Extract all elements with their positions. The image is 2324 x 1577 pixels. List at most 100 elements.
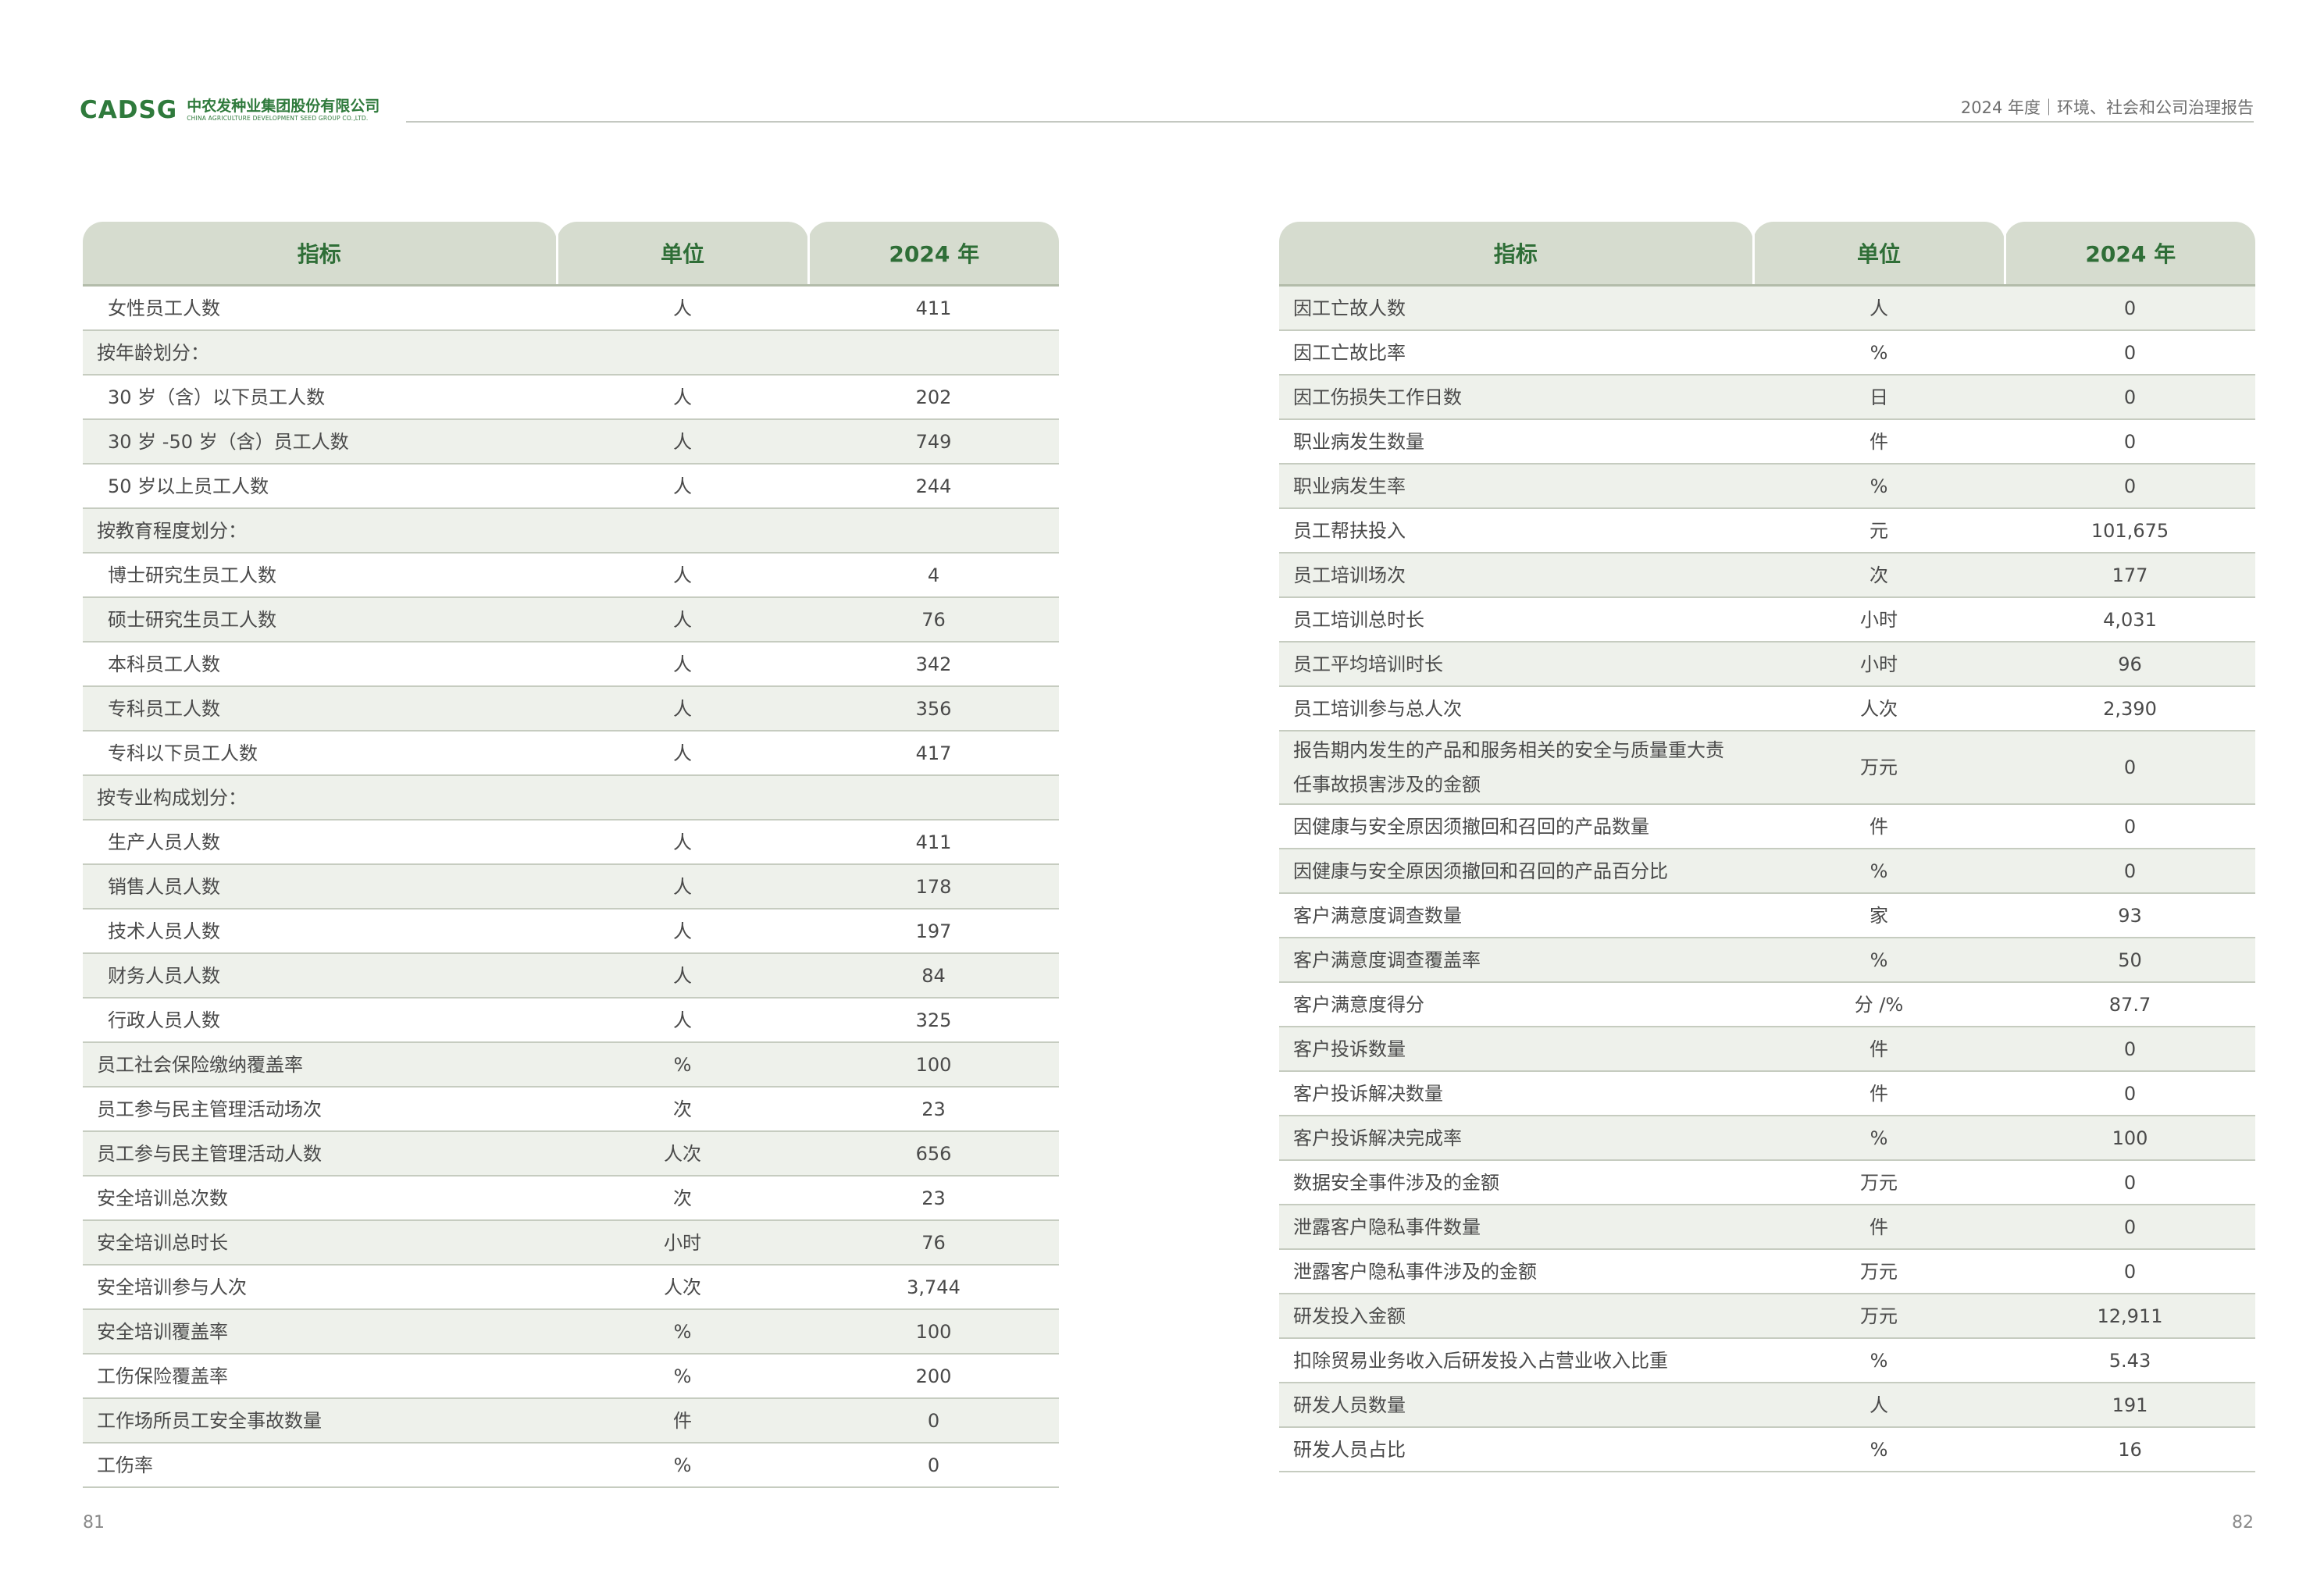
row-indicator: 硕士研究生员工人数 — [83, 597, 557, 643]
row-unit: 元 — [1753, 508, 2005, 554]
row-unit: % — [557, 1354, 808, 1399]
row-value: 325 — [808, 998, 1059, 1043]
table-row: 客户投诉数量件 0 — [1279, 1027, 2255, 1072]
row-indicator: 研发投入金额 — [1279, 1294, 1753, 1339]
row-indicator: 泄露客户隐私事件数量 — [1279, 1205, 1753, 1250]
row-indicator: 女性员工人数 — [83, 285, 557, 331]
row-unit: 人 — [557, 553, 808, 598]
row-unit: % — [1753, 1427, 2005, 1472]
table-row: 专科以下员工人数人 417 — [83, 731, 1059, 776]
table-row: 因健康与安全原因须撤回和召回的产品数量件 0 — [1279, 804, 2255, 849]
row-value: 197 — [808, 909, 1059, 954]
table-row: 因工亡故人数人 0 — [1279, 285, 2255, 331]
row-unit — [557, 508, 808, 554]
row-indicator: 研发人员占比 — [1279, 1427, 1753, 1472]
table-row: 工伤率% 0 — [83, 1443, 1059, 1488]
table-row: 客户满意度调查覆盖率% 50 — [1279, 938, 2255, 983]
row-unit: 次 — [557, 1176, 808, 1221]
row-unit: % — [1753, 1338, 2005, 1383]
table-header-row: 指标 单位 2024 年 — [1279, 222, 2255, 287]
table-row: 员工培训参与总人次 人次 2,390 — [1279, 686, 2255, 732]
table-row: 财务人员人数人 84 — [83, 953, 1059, 999]
row-unit: 万元 — [1753, 1294, 2005, 1339]
row-indicator: 销售人员人数 — [83, 864, 557, 910]
row-unit: % — [1753, 464, 2005, 509]
row-unit: 人 — [557, 642, 808, 687]
row-value: 23 — [808, 1087, 1059, 1132]
table-row: 客户投诉解决完成率% 100 — [1279, 1116, 2255, 1161]
row-indicator: 研发人员数量 — [1279, 1383, 1753, 1428]
row-value: 23 — [808, 1176, 1059, 1221]
row-unit: 件 — [1753, 419, 2005, 465]
row-unit: 日 — [1753, 375, 2005, 420]
row-indicator: 工伤保险覆盖率 — [83, 1354, 557, 1399]
table-row: 报告期内发生的产品和服务相关的安全与质量重大责 任事故损害涉及的金额 万元 0 — [1279, 731, 2255, 805]
table-row: 因工伤损失工作日数日 0 — [1279, 375, 2255, 420]
row-unit: 次 — [1753, 553, 2005, 598]
table-row: 安全培训总时长 小时 76 — [83, 1220, 1059, 1266]
row-unit: % — [1753, 1116, 2005, 1161]
table-row: 专科员工人数人 356 — [83, 686, 1059, 732]
row-value: 76 — [808, 597, 1059, 643]
table-row: 技术人员人数人 197 — [83, 909, 1059, 954]
row-indicator: 因工伤损失工作日数 — [1279, 375, 1753, 420]
row-indicator: 按教育程度划分： — [83, 508, 557, 554]
company-logo: CADSG 中农发种业集团股份有限公司 CHINA AGRICULTURE DE… — [80, 98, 380, 123]
row-indicator: 工作场所员工安全事故数量 — [83, 1398, 557, 1444]
row-indicator: 客户投诉数量 — [1279, 1027, 1753, 1072]
table-row: 硕士研究生员工人数人 76 — [83, 597, 1059, 643]
row-value: 0 — [2005, 285, 2255, 331]
row-unit: 万元 — [1753, 1160, 2005, 1205]
page-number-right: 82 — [2232, 1513, 2254, 1533]
table-row: 员工平均培训时长 小时 96 — [1279, 642, 2255, 687]
row-indicator: 本科员工人数 — [83, 642, 557, 687]
row-value: 749 — [808, 419, 1059, 465]
left-indicator-table: 指标 单位 2024 年 女性员工人数人 411 按年龄划分： 30 岁（含）以下… — [83, 222, 1059, 1488]
table-row: 客户投诉解决数量件 0 — [1279, 1071, 2255, 1116]
company-name-en: CHINA AGRICULTURE DEVELOPMENT SEED GROUP… — [187, 114, 369, 122]
row-indicator: 客户满意度调查数量 — [1279, 893, 1753, 938]
header-year: 2024 年 — [2003, 222, 2255, 287]
row-indicator: 数据安全事件涉及的金额 — [1279, 1160, 1753, 1205]
row-unit: 人次 — [1753, 686, 2005, 732]
row-value: 411 — [808, 820, 1059, 865]
row-unit: 人 — [557, 731, 808, 776]
row-value: 0 — [2005, 464, 2255, 509]
row-unit: 人 — [557, 464, 808, 509]
row-value: 356 — [808, 686, 1059, 732]
row-value: 342 — [808, 642, 1059, 687]
table-row: 工伤保险覆盖率% 200 — [83, 1354, 1059, 1399]
header-divider — [406, 121, 2254, 123]
row-value: 4 — [808, 553, 1059, 598]
row-unit — [557, 330, 808, 376]
table-row: 员工培训场次次 177 — [1279, 553, 2255, 598]
table-row: 员工参与民主管理活动场次次 23 — [83, 1087, 1059, 1132]
header-indicator: 指标 — [1279, 222, 1753, 287]
row-unit: % — [1753, 849, 2005, 894]
table-row: 数据安全事件涉及的金额 万元 0 — [1279, 1160, 2255, 1205]
row-value: 3,744 — [808, 1265, 1059, 1310]
row-value: 0 — [808, 1398, 1059, 1444]
table-row: 因工亡故比率% 0 — [1279, 330, 2255, 376]
table-row: 女性员工人数人 411 — [83, 285, 1059, 331]
table-row: 安全培训参与人次 人次 3,744 — [83, 1265, 1059, 1310]
row-indicator: 专科以下员工人数 — [83, 731, 557, 776]
table-row: 职业病发生率% 0 — [1279, 464, 2255, 509]
table-header-row: 指标 单位 2024 年 — [83, 222, 1059, 287]
row-unit: 人 — [557, 820, 808, 865]
right-indicator-table: 指标 单位 2024 年 因工亡故人数人 0 因工亡故比率% 0 因工伤损失工作日数… — [1279, 222, 2255, 1472]
row-unit: 件 — [557, 1398, 808, 1444]
row-indicator: 员工社会保险缴纳覆盖率 — [83, 1042, 557, 1088]
row-indicator: 员工培训参与总人次 — [1279, 686, 1753, 732]
row-value: 0 — [2005, 804, 2255, 849]
row-indicator: 员工培训场次 — [1279, 553, 1753, 598]
row-unit: 万元 — [1753, 1249, 2005, 1294]
row-value: 2,390 — [2005, 686, 2255, 732]
row-value: 16 — [2005, 1427, 2255, 1472]
row-value: 202 — [808, 375, 1059, 420]
row-indicator: 客户满意度调查覆盖率 — [1279, 938, 1753, 983]
row-value: 0 — [2005, 330, 2255, 376]
table-row: 销售人员人数人 178 — [83, 864, 1059, 910]
row-unit: 人 — [557, 285, 808, 331]
row-unit: % — [557, 1443, 808, 1488]
